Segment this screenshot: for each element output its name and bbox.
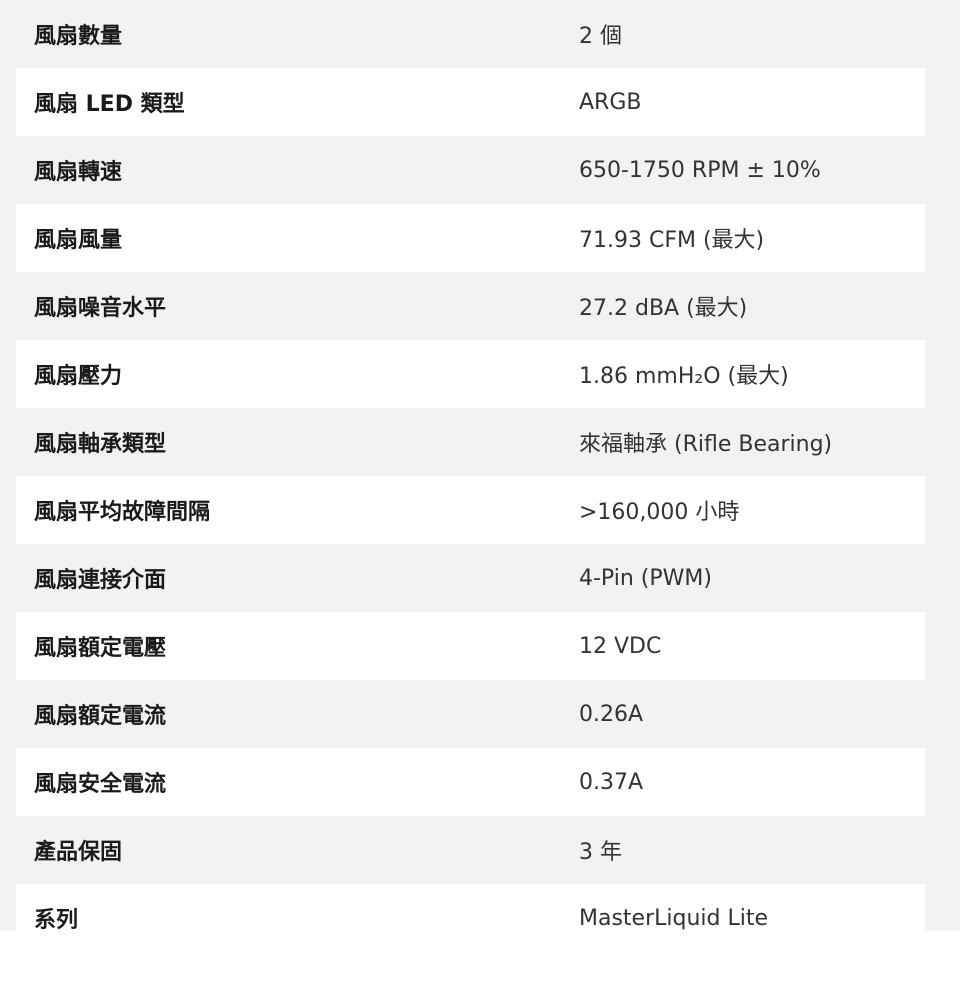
spec-label: 系列 <box>34 908 79 931</box>
spec-row-fan-rated-current: 風扇額定電流 0.26A <box>16 680 925 748</box>
spec-row-warranty: 產品保固 3 年 <box>16 816 925 884</box>
spec-row-fan-bearing: 風扇軸承類型 來福軸承 (Rifle Bearing) <box>16 408 925 476</box>
spec-label: 風扇軸承類型 <box>34 432 167 457</box>
spec-row-fan-mtbf: 風扇平均故障間隔 >160,000 小時 <box>16 476 925 544</box>
spec-row-fan-count: 風扇數量 2 個 <box>16 0 925 68</box>
spec-label: 風扇平均故障間隔 <box>34 500 211 525</box>
spec-value: 來福軸承 (Rifle Bearing) <box>579 432 833 457</box>
spec-table: 風扇數量 2 個 風扇 LED 類型 ARGB 風扇轉速 650-1750 RP… <box>0 0 960 931</box>
spec-label: 風扇安全電流 <box>34 772 167 797</box>
spec-row-fan-safety-current: 風扇安全電流 0.37A <box>16 748 925 816</box>
spec-label: 風扇額定電流 <box>34 704 167 729</box>
spec-label: 風扇 LED 類型 <box>34 92 185 117</box>
spec-value: ARGB <box>579 89 642 115</box>
spec-value: MasterLiquid Lite <box>579 905 769 931</box>
spec-row-fan-led-type: 風扇 LED 類型 ARGB <box>16 68 925 136</box>
spec-value: 0.37A <box>579 769 644 795</box>
spec-value: 27.2 dBA (最大) <box>579 296 748 321</box>
spec-value: 1.86 mmH₂O (最大) <box>579 364 789 389</box>
spec-label: 風扇噪音水平 <box>34 296 167 321</box>
spec-value: >160,000 小時 <box>579 500 740 525</box>
spec-value: 71.93 CFM (最大) <box>579 228 765 253</box>
spec-value: 2 個 <box>579 24 622 49</box>
spec-row-fan-rated-voltage: 風扇額定電壓 12 VDC <box>16 612 925 680</box>
spec-row-fan-pressure: 風扇壓力 1.86 mmH₂O (最大) <box>16 340 925 408</box>
spec-row-fan-noise: 風扇噪音水平 27.2 dBA (最大) <box>16 272 925 340</box>
spec-value: 3 年 <box>579 840 622 865</box>
spec-label: 風扇連接介面 <box>34 568 167 593</box>
spec-label: 風扇額定電壓 <box>34 636 167 661</box>
spec-row-fan-airflow: 風扇風量 71.93 CFM (最大) <box>16 204 925 272</box>
spec-value: 4-Pin (PWM) <box>579 565 712 591</box>
spec-label: 產品保固 <box>34 840 123 865</box>
spec-label: 風扇壓力 <box>34 364 123 389</box>
spec-row-fan-connector: 風扇連接介面 4-Pin (PWM) <box>16 544 925 612</box>
spec-row-series: 系列 MasterLiquid Lite <box>16 884 925 931</box>
spec-label: 風扇數量 <box>34 24 123 49</box>
spec-value: 12 VDC <box>579 633 662 659</box>
spec-label: 風扇風量 <box>34 228 123 253</box>
spec-value: 650-1750 RPM ± 10% <box>579 157 821 183</box>
spec-label: 風扇轉速 <box>34 160 123 185</box>
spec-value: 0.26A <box>579 701 644 727</box>
spec-row-fan-speed: 風扇轉速 650-1750 RPM ± 10% <box>16 136 925 204</box>
